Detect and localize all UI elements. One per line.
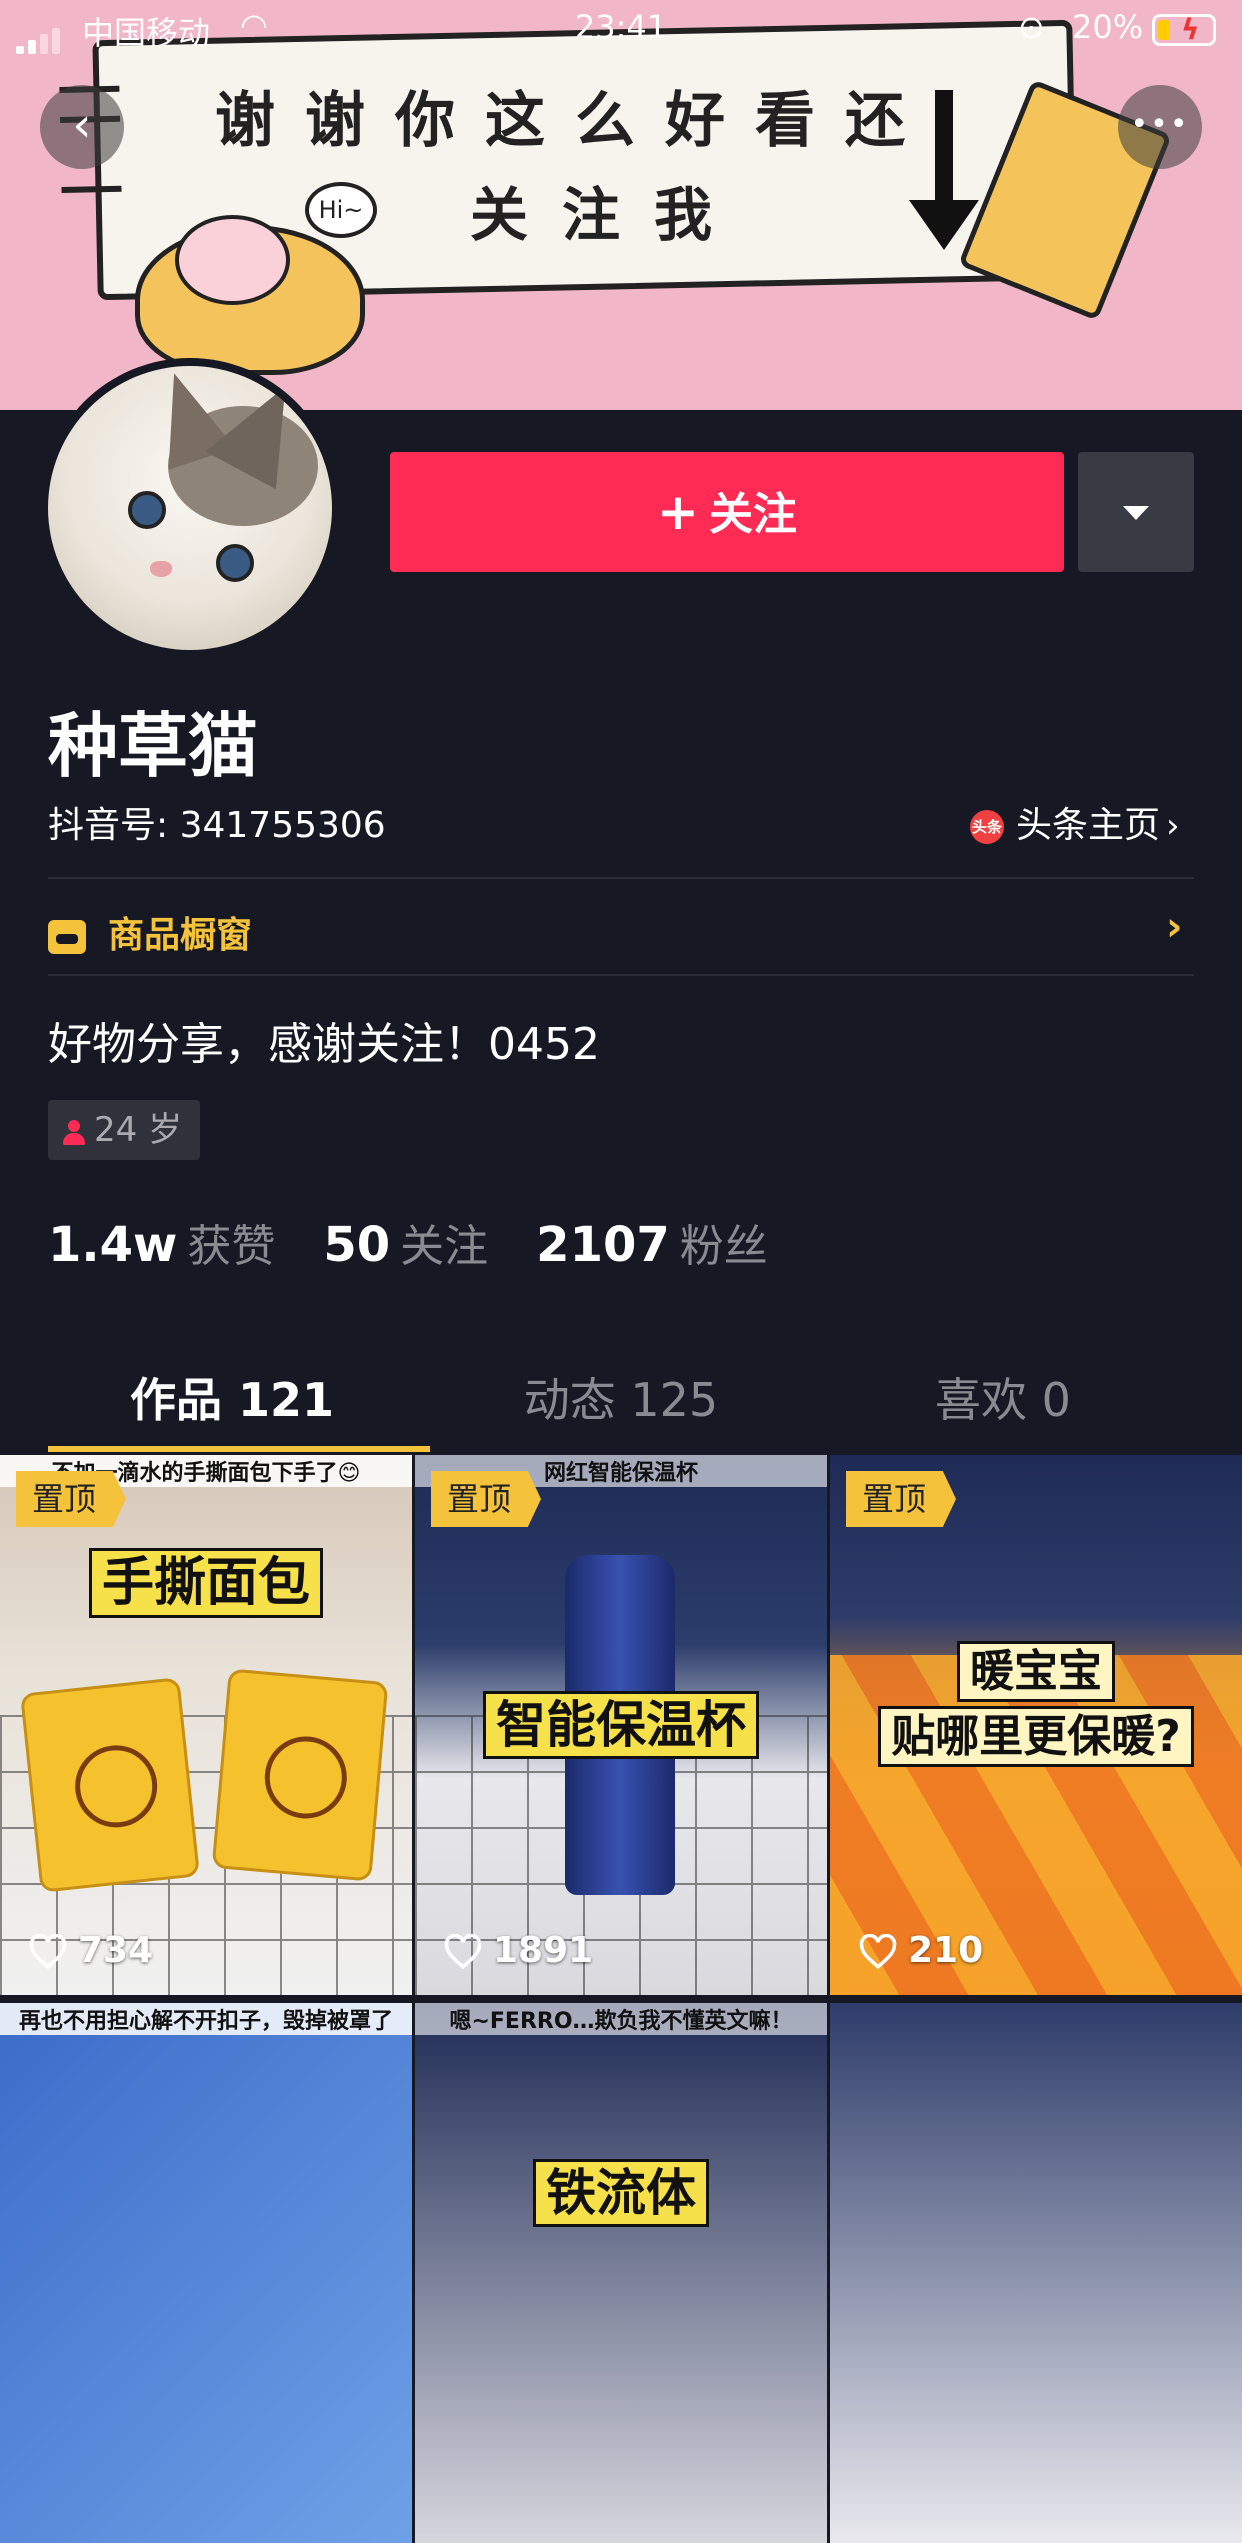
more-dots-icon: ••• — [1130, 107, 1190, 142]
chevron-left-icon: ‹ — [72, 97, 92, 153]
female-icon — [62, 1118, 86, 1146]
back-button[interactable]: ‹ — [40, 85, 124, 169]
tab-likes[interactable]: 喜欢 0 — [796, 1364, 1210, 1430]
recommend-dropdown-button[interactable] — [1078, 452, 1194, 572]
stat-value: 2107 — [536, 1217, 670, 1273]
stat-label: 粉丝 — [679, 1221, 768, 1272]
stat-label: 获赞 — [187, 1221, 276, 1272]
stat-likes[interactable]: 1.4w 获赞 — [48, 1217, 323, 1273]
heart-icon — [29, 1934, 67, 1970]
douyin-id: 抖音号: 341755306 — [48, 805, 386, 846]
stats-row: 1.4w 获赞 50 关注 2107 粉丝 — [48, 1210, 816, 1274]
banner-text-line2: 关注我 — [470, 181, 747, 249]
stat-value: 1.4w — [48, 1217, 178, 1273]
video-thumbnail[interactable]: 不加一滴水的手撕面包下手了😊 手撕面包 置顶 734 — [0, 1455, 412, 1995]
shop-window-link[interactable]: 商品橱窗 — [48, 906, 252, 958]
video-title-text: 暖宝宝 — [957, 1641, 1115, 1702]
toutiao-homepage-link[interactable]: 头条 头条主页 › — [970, 796, 1180, 848]
banner-hi-bubble: Hi~ — [305, 182, 377, 238]
video-title-text: 智能保温杯 — [483, 1691, 759, 1759]
shop-label: 商品橱窗 — [108, 915, 253, 956]
stat-followers[interactable]: 2107 粉丝 — [536, 1217, 816, 1273]
video-title-line1: 暖宝宝 — [830, 1635, 1242, 1702]
tab-activity[interactable]: 动态 125 — [414, 1364, 828, 1430]
video-thumbnail[interactable]: 再也不用担心解不开扣子，毁掉被罩了 — [0, 2003, 412, 2543]
bread-package — [19, 1677, 201, 1893]
tab-works[interactable]: 作品 121 — [25, 1364, 439, 1430]
stat-label: 关注 — [400, 1221, 489, 1272]
shop-chevron-right-icon[interactable]: › — [1166, 904, 1182, 950]
video-grid: 不加一滴水的手撕面包下手了😊 手撕面包 置顶 734 网红智能保温杯 智能保温杯… — [0, 1455, 1242, 2543]
video-thumbnail[interactable]: 暖宝宝 贴哪里更保暖? 置顶 210 — [830, 1455, 1242, 1995]
like-count-value: 734 — [78, 1930, 154, 1971]
video-title: 智能保温杯 — [415, 1685, 827, 1759]
video-thumbnail[interactable]: 嗯~FERRO…欺负我不懂英文嘛！ 铁流体 — [415, 2003, 827, 2543]
toutiao-icon: 头条 — [970, 810, 1004, 844]
profile-banner: Hi~ 谢谢你这么好看还 关注我 — [0, 0, 1242, 410]
avatar[interactable] — [40, 358, 340, 658]
like-count-value: 1891 — [493, 1930, 594, 1971]
heart-icon — [859, 1934, 897, 1970]
pinned-badge: 置顶 — [846, 1471, 957, 1527]
video-thumbnail[interactable]: 网红智能保温杯 智能保温杯 置顶 1891 — [415, 1455, 827, 1995]
profile-tabs: 作品 121 动态 125 喜欢 0 — [0, 1340, 1242, 1455]
battery-percent: 20% — [1072, 8, 1144, 46]
follow-button[interactable]: + 关注 — [390, 452, 1064, 572]
active-tab-indicator — [48, 1446, 430, 1452]
status-time: 23:41 — [574, 8, 668, 46]
video-top-caption: 再也不用担心解不开扣子，毁掉被罩了 — [0, 2003, 412, 2035]
video-title-text: 手撕面包 — [88, 1548, 323, 1618]
age-label: 24 岁 — [94, 1110, 183, 1150]
stat-following[interactable]: 50 关注 — [323, 1217, 536, 1273]
video-title-text: 贴哪里更保暖? — [878, 1706, 1194, 1767]
video-title: 手撕面包 — [0, 1540, 412, 1618]
like-count-value: 210 — [908, 1930, 984, 1971]
video-thumbnail[interactable] — [830, 2003, 1242, 2543]
rotation-lock-icon: ⊙ — [1018, 8, 1045, 46]
chevron-right-icon: › — [1166, 806, 1180, 846]
like-count: 734 — [28, 1930, 153, 1971]
status-bar: 中国移动 ◠ 23:41 ⊙ 20% ϟ — [0, 0, 1242, 60]
bio: 好物分享，感谢关注！0452 — [48, 1019, 600, 1070]
plus-icon: + — [657, 483, 699, 541]
avatar-cat-image — [48, 366, 332, 650]
video-title-line2: 贴哪里更保暖? — [830, 1700, 1242, 1767]
shop-icon — [48, 920, 86, 954]
banner-pig-illustration — [175, 215, 290, 305]
stat-value: 50 — [323, 1217, 391, 1273]
banner-arrow-illustration — [909, 90, 979, 250]
pinned-badge: 置顶 — [16, 1471, 127, 1527]
video-title: 铁流体 — [415, 2153, 827, 2227]
bread-package — [211, 1668, 389, 1882]
divider — [48, 877, 1194, 879]
nickname: 种草猫 — [48, 705, 258, 787]
video-top-caption: 嗯~FERRO…欺负我不懂英文嘛！ — [415, 2003, 827, 2035]
video-title-text: 铁流体 — [533, 2159, 709, 2227]
banner-text-line1: 谢谢你这么好看还 — [215, 86, 935, 156]
divider — [48, 974, 1194, 976]
like-count: 210 — [858, 1930, 983, 1971]
age-tag: 24 岁 — [48, 1100, 201, 1160]
pinned-badge: 置顶 — [431, 1471, 542, 1527]
battery-icon: ϟ — [1152, 13, 1216, 46]
heart-icon — [444, 1934, 482, 1970]
like-count: 1891 — [443, 1930, 593, 1971]
more-button[interactable]: ••• — [1118, 85, 1202, 169]
follow-label: 关注 — [708, 489, 797, 540]
toutiao-label: 头条主页 — [1016, 805, 1161, 846]
